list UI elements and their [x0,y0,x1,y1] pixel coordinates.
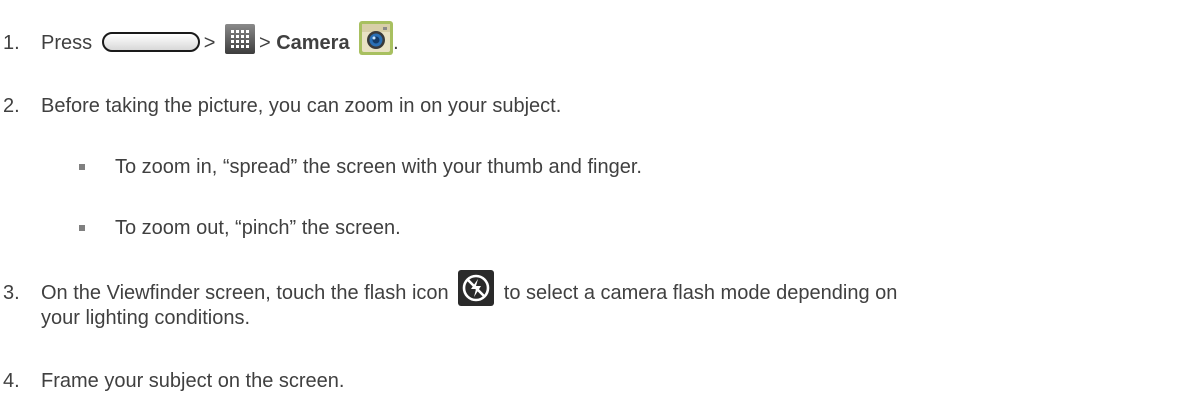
step-1: 1. Press > > Camera . [0,20,1204,61]
period: . [393,32,399,54]
step-text-after: to select a camera flash mode depending … [503,282,898,304]
step-4: 4. Frame your subject on the screen. [0,369,1204,393]
step-text: your lighting conditions. [41,307,251,329]
separator: > [203,32,216,54]
bullet-item: To zoom in, “spread” the screen with you… [0,155,1204,179]
step-text: On the Viewfinder screen, touch the flas… [41,269,898,306]
camera-app-icon [359,20,394,55]
step-number: 2. [3,95,20,117]
bullet-text: To zoom out, “pinch” the screen. [115,217,401,239]
step-number: 3. [3,282,20,304]
flash-off-icon [458,269,495,306]
step-number: 4. [3,370,20,392]
bullet-marker [79,164,85,170]
step-text: Frame your subject on the screen. [41,370,345,392]
apps-grid-icon [224,23,255,54]
step-3-continuation: your lighting conditions. [0,306,1204,330]
step-text: Press > > Camera . [41,20,399,55]
step-number: 1. [3,32,20,54]
camera-label: Camera [276,32,350,54]
step-text: Before taking the picture, you can zoom … [41,95,562,117]
bullet-marker [79,225,85,231]
separator: > [258,32,271,54]
bullet-item: To zoom out, “pinch” the screen. [0,216,1204,240]
step-2: 2. Before taking the picture, you can zo… [0,94,1204,118]
step-text-before: On the Viewfinder screen, touch the flas… [41,282,449,304]
bullet-text: To zoom in, “spread” the screen with you… [115,156,642,178]
home-key-icon [101,31,200,52]
press-label: Press [41,32,93,54]
